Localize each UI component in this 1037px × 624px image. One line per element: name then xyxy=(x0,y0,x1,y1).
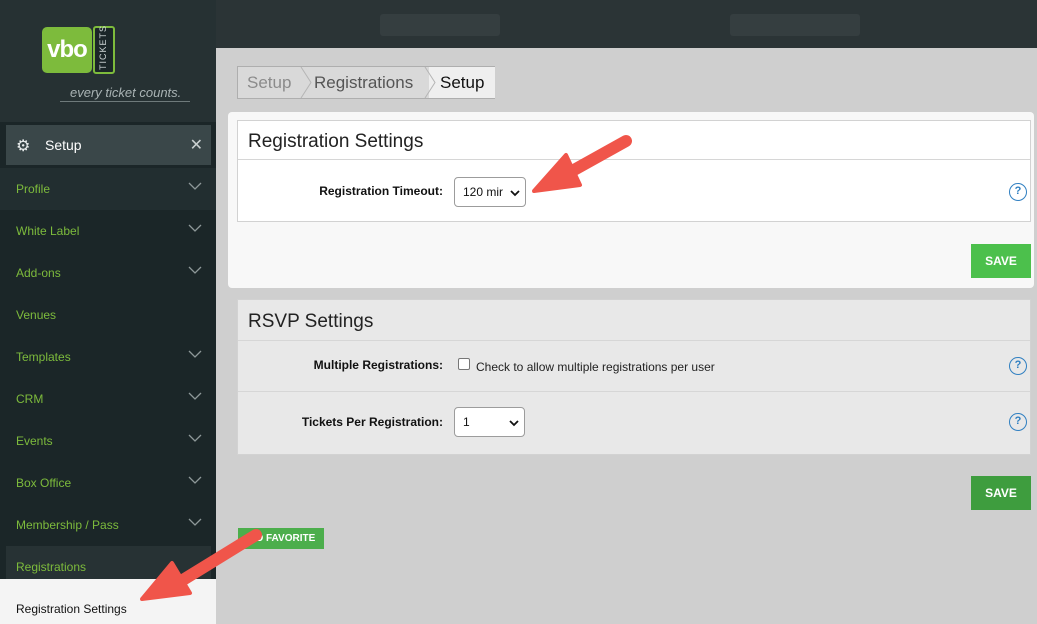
breadcrumb-item-current: Setup xyxy=(440,73,485,92)
sidebar-item-label: Profile xyxy=(16,182,51,196)
sidebar-item-label: Box Office xyxy=(16,476,72,490)
gears-icon: ⚙ xyxy=(16,138,31,155)
chevron-down-icon xyxy=(188,389,202,403)
brand-logo-tab: TICKETS xyxy=(93,24,115,74)
tickets-per-registration-label: Tickets Per Registration: xyxy=(301,415,443,429)
chevron-down-icon xyxy=(188,179,202,193)
sidebar-item-label: Registrations xyxy=(16,560,87,574)
breadcrumb-separator-icon xyxy=(300,67,312,98)
multiple-registrations-label: Multiple Registrations: xyxy=(313,358,443,372)
panel-title: RSVP Settings xyxy=(248,311,374,332)
sidebar-subitem-label: Registration Settings xyxy=(16,602,127,616)
help-icon[interactable]: ? xyxy=(1009,413,1027,431)
chevron-down-icon xyxy=(188,347,202,361)
rsvp-settings-panel: RSVP Settings Multiple Registrations: Ch… xyxy=(237,299,1031,455)
sidebar-item-label: CRM xyxy=(16,392,44,406)
sidebar-section-setup[interactable]: ⚙ Setup ✕ xyxy=(6,125,211,165)
top-bar-placeholder xyxy=(380,14,500,36)
brand-logo[interactable]: vbo xyxy=(42,27,92,73)
sidebar-item-label: Add-ons xyxy=(16,266,61,280)
save-button[interactable]: SAVE xyxy=(971,476,1031,510)
save-button[interactable]: SAVE xyxy=(971,244,1031,278)
brand-logo-tab-text: TICKETS xyxy=(98,24,108,70)
breadcrumb-item-setup[interactable]: Setup xyxy=(247,73,291,93)
sidebar-item-profile[interactable]: Profile xyxy=(0,168,216,210)
top-bar-placeholder xyxy=(730,14,860,36)
sidebar-item-add-ons[interactable]: Add-ons xyxy=(0,252,216,294)
sidebar-item-venues[interactable]: Venues xyxy=(0,294,216,336)
help-icon[interactable]: ? xyxy=(1009,357,1027,375)
breadcrumb: Setup Registrations Setup xyxy=(237,66,495,99)
breadcrumb-separator-icon xyxy=(424,67,436,98)
sidebar-item-label: Templates xyxy=(16,350,71,364)
sidebar-item-label: Membership / Pass xyxy=(16,518,119,532)
brand-tagline: every ticket counts. xyxy=(70,85,182,100)
multiple-registrations-checkbox[interactable] xyxy=(458,358,470,370)
chevron-down-icon xyxy=(188,431,202,445)
tickets-per-registration-select[interactable]: 1 xyxy=(454,407,525,437)
sidebar-item-events[interactable]: Events xyxy=(0,420,216,462)
annotation-arrow-icon xyxy=(140,529,262,601)
registration-timeout-label: Registration Timeout: xyxy=(319,184,443,198)
sidebar-section-label: Setup xyxy=(45,137,82,153)
chevron-down-icon xyxy=(509,417,519,427)
sidebar-item-white-label[interactable]: White Label xyxy=(0,210,216,252)
sidebar-item-label: Venues xyxy=(16,308,57,322)
sidebar-item-label: White Label xyxy=(16,224,80,238)
annotation-arrow-icon xyxy=(532,135,632,193)
chevron-down-icon xyxy=(188,221,202,235)
sidebar-item-box-office[interactable]: Box Office xyxy=(0,462,216,504)
chevron-down-icon xyxy=(510,187,520,197)
sidebar-item-templates[interactable]: Templates xyxy=(0,336,216,378)
multiple-registrations-checkbox-label[interactable]: Check to allow multiple registrations pe… xyxy=(476,360,715,374)
chevron-down-icon xyxy=(188,263,202,277)
select-value: 120 mir xyxy=(463,185,504,199)
sidebar-item-label: Events xyxy=(16,434,53,448)
breadcrumb-item-registrations[interactable]: Registrations xyxy=(314,73,413,93)
divider xyxy=(238,340,1030,341)
select-value: 1 xyxy=(463,415,470,429)
close-icon[interactable]: ✕ xyxy=(190,135,203,155)
help-icon[interactable]: ? xyxy=(1009,183,1027,201)
tagline-underline xyxy=(60,101,190,102)
chevron-down-icon xyxy=(188,473,202,487)
panel-title: Registration Settings xyxy=(248,131,424,152)
registration-timeout-select[interactable]: 120 mir xyxy=(454,177,526,207)
sidebar-item-crm[interactable]: CRM xyxy=(0,378,216,420)
divider xyxy=(238,391,1030,392)
